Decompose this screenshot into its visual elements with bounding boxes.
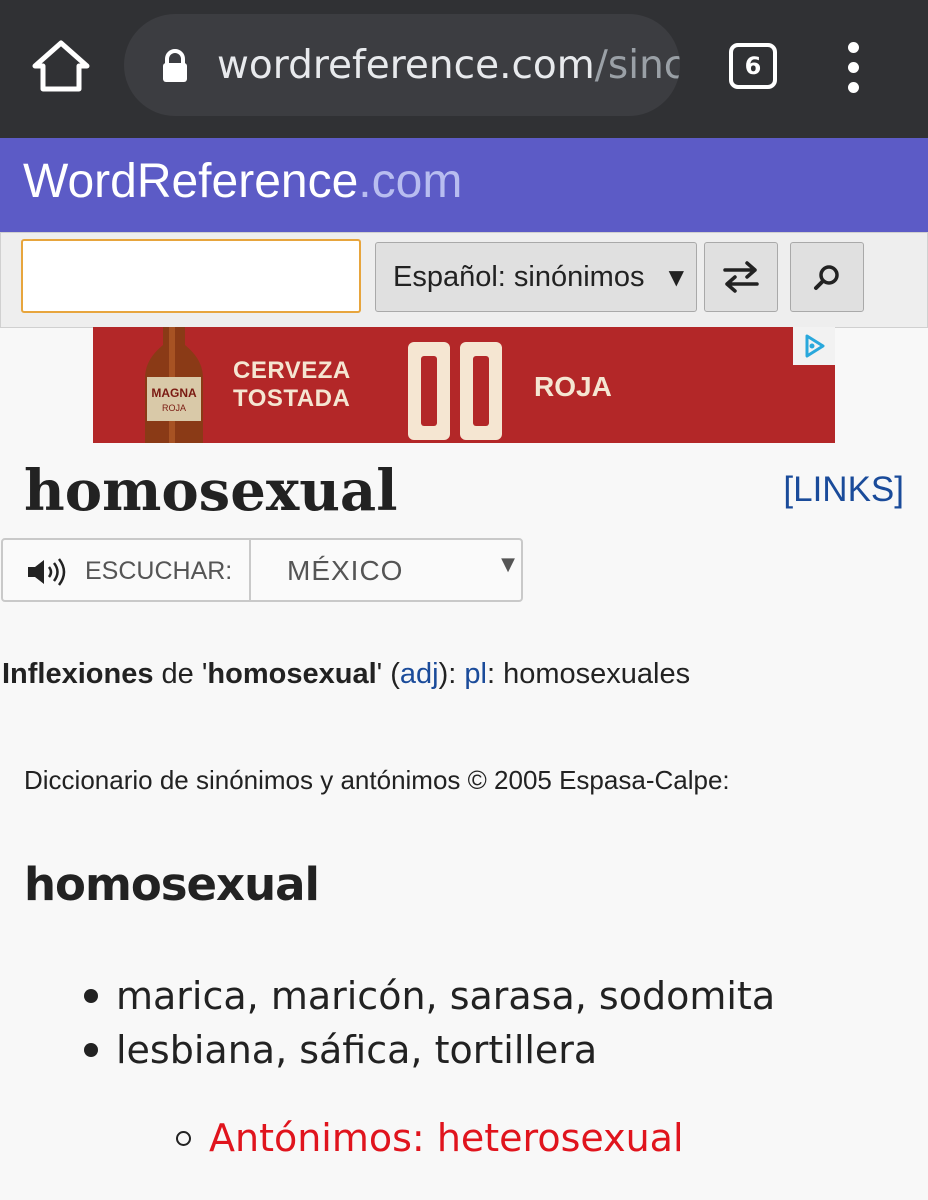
dictionary-select-label: Español: sinónimos — [393, 261, 645, 293]
logo-main: WordReference — [23, 155, 359, 208]
inflections-de: de ' — [153, 658, 208, 690]
search-icon — [814, 265, 839, 290]
url-host: wordreference.com — [217, 43, 595, 88]
pronunciation-control: ESCUCHAR: MÉXICO ▼ — [1, 538, 523, 602]
listen-label: ESCUCHAR: — [85, 557, 233, 585]
search-button[interactable] — [790, 242, 864, 312]
inflections-close: ): — [438, 658, 465, 690]
ad-00-graphic — [408, 342, 502, 440]
logo-domain: .com — [358, 155, 463, 208]
antonyms: Antónimos: heterosexual — [209, 1116, 684, 1160]
tab-count-button[interactable]: 6 — [729, 43, 777, 89]
ad-choices-icon[interactable] — [793, 327, 835, 365]
swap-arrows-icon — [723, 261, 759, 293]
swap-languages-button[interactable] — [704, 242, 778, 312]
site-logo[interactable]: WordReference.com — [23, 152, 462, 212]
ad-text-roja: ROJA — [534, 371, 612, 402]
inflections-label: Inflexiones — [2, 658, 154, 690]
home-icon[interactable] — [30, 38, 92, 94]
bullet — [176, 1131, 191, 1146]
more-options-icon[interactable] — [840, 40, 870, 96]
beer-bottle-image: MAGNA ROJA — [145, 327, 203, 443]
advertisement-banner[interactable]: MAGNA ROJA CERVEZA TOSTADA ROJA — [93, 327, 835, 443]
region-select[interactable]: MÉXICO ▼ — [251, 540, 521, 600]
plural-value: homosexuales — [503, 658, 691, 690]
search-bar: Español: sinónimos ▼ — [0, 232, 928, 328]
plural-link[interactable]: pl — [464, 658, 487, 690]
entry-headword: homosexual — [24, 858, 320, 911]
url-path: /sinc — [594, 43, 680, 88]
synonym-sense: marica, maricón, sarasa, sodomita — [116, 974, 776, 1018]
dropdown-arrow-icon: ▼ — [668, 265, 684, 289]
bullet — [84, 1043, 98, 1057]
svg-text:ROJA: ROJA — [162, 403, 186, 413]
address-bar[interactable]: wordreference.com/sinc — [124, 14, 680, 116]
ad-text-cerveza: CERVEZA — [233, 357, 351, 384]
inflections-pl-sep: : — [486, 658, 504, 690]
dropdown-arrow-icon: ▼ — [501, 554, 515, 575]
lock-icon — [160, 48, 190, 84]
bullet — [84, 989, 98, 1003]
site-header: WordReference.com — [0, 138, 928, 232]
links-link[interactable]: [LINKS] — [783, 470, 904, 510]
pos-link[interactable]: adj — [400, 658, 439, 690]
dictionary-source: Diccionario de sinónimos y antónimos © 2… — [24, 765, 730, 795]
url-text: wordreference.com/sinc — [217, 38, 680, 94]
ad-text-tostada: TOSTADA — [233, 385, 351, 412]
speaker-icon[interactable] — [25, 558, 71, 586]
inflections-line: Inflexiones de 'homosexual' (adj): pl: h… — [2, 654, 690, 694]
search-input[interactable] — [21, 239, 361, 313]
browser-toolbar: wordreference.com/sinc 6 — [0, 0, 928, 138]
region-select-label: MÉXICO — [287, 555, 404, 586]
svg-text:MAGNA: MAGNA — [151, 386, 197, 400]
synonym-sense: lesbiana, sáfica, tortillera — [116, 1028, 598, 1072]
page-title: homosexual — [24, 458, 398, 524]
dictionary-select[interactable]: Español: sinónimos ▼ — [375, 242, 697, 312]
inflections-word: homosexual — [207, 658, 377, 690]
inflections-open: ' ( — [376, 658, 400, 690]
